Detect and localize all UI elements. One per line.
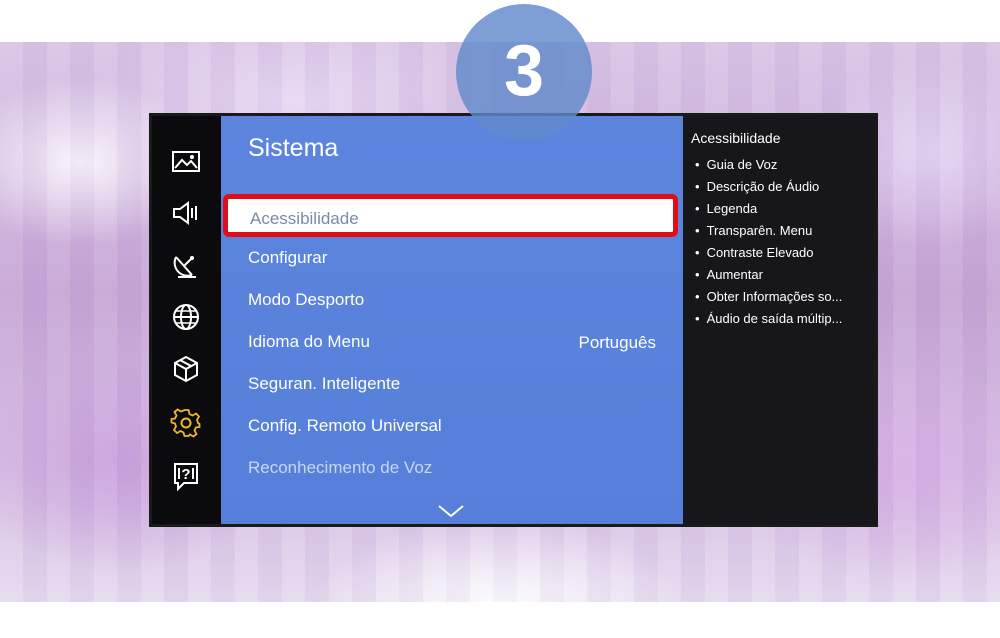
- menu-title: Sistema: [248, 134, 339, 162]
- broadcast-icon[interactable]: [170, 249, 202, 281]
- svg-text:?: ?: [181, 466, 190, 483]
- side-panel-title: Acessibilidade: [691, 130, 781, 146]
- menu-item-accessibility-highlighted[interactable]: Acessibilidade: [223, 194, 678, 237]
- chevron-down-icon[interactable]: [437, 504, 465, 518]
- smart-hub-icon[interactable]: [170, 353, 202, 385]
- menu-item-modo-desporto[interactable]: Modo Desporto: [248, 290, 364, 310]
- support-icon[interactable]: ?: [170, 460, 202, 492]
- network-icon[interactable]: [170, 301, 202, 333]
- step-number-badge: 3: [456, 4, 592, 140]
- picture-icon[interactable]: [170, 145, 202, 177]
- menu-item-configurar[interactable]: Configurar: [248, 248, 327, 268]
- list-item: Descrição de Áudio: [695, 179, 842, 201]
- list-item: Obter Informações so...: [695, 289, 843, 311]
- list-item: Aumentar: [695, 267, 842, 289]
- step-number: 3: [503, 31, 545, 111]
- tv-screen: ? Sistema Acessibilidade Configurar Modo…: [152, 116, 875, 524]
- list-item: Guia de Voz: [695, 157, 842, 179]
- list-item: Contraste Elevado: [695, 245, 842, 267]
- menu-item-value: Português: [578, 333, 657, 352]
- menu-item-seguranca-inteligente[interactable]: Seguran. Inteligente: [248, 374, 400, 394]
- category-icon-bar: ?: [152, 116, 221, 524]
- list-item: Áudio de saída múltip...: [695, 311, 843, 333]
- system-menu-panel: Sistema Acessibilidade Configurar Modo D…: [221, 116, 683, 524]
- menu-item-label: Acessibilidade: [250, 209, 359, 228]
- list-item: Transparên. Menu: [695, 223, 842, 245]
- settings-gear-icon[interactable]: [170, 407, 202, 439]
- menu-item-config-remoto-universal[interactable]: Config. Remoto Universal: [248, 416, 442, 436]
- sound-icon[interactable]: [170, 197, 202, 229]
- accessibility-info-panel: Acessibilidade Guia de Voz Descrição de …: [683, 116, 875, 524]
- menu-item-idioma-do-menu[interactable]: Idioma do Menu: [248, 332, 370, 352]
- side-panel-list: Guia de Voz Descrição de Áudio Legenda T…: [695, 157, 843, 333]
- menu-item-reconhecimento-de-voz[interactable]: Reconhecimento de Voz: [248, 458, 432, 478]
- list-item: Legenda: [695, 201, 842, 223]
